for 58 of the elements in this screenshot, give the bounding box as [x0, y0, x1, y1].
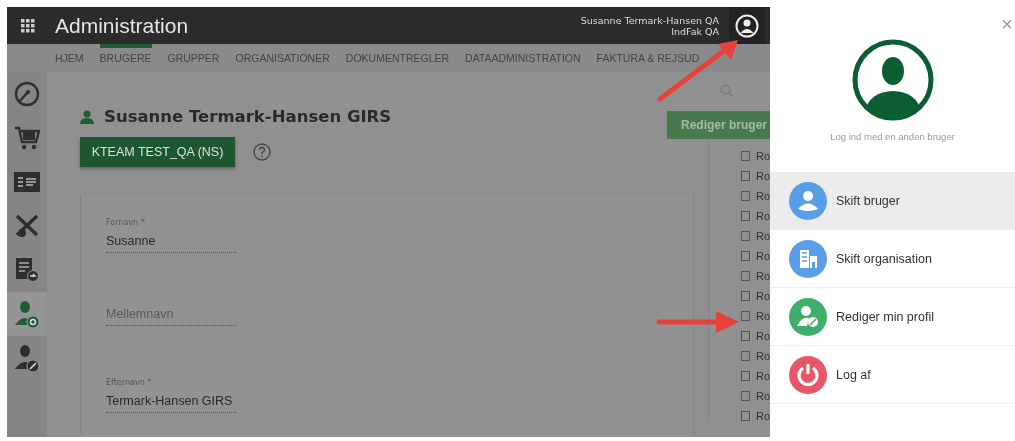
switch-user-caption: Log ind med en anden bruger	[830, 131, 955, 142]
close-button[interactable]: ×	[1001, 14, 1013, 34]
nav-tab[interactable]: DATAADMINISTRATION	[457, 44, 589, 72]
avatar-icon	[851, 39, 934, 121]
checkbox[interactable]	[741, 230, 750, 241]
role-label: Ro	[755, 209, 770, 222]
person-icon	[80, 109, 94, 124]
nav-tab[interactable]: BRUGERE	[91, 44, 160, 72]
input-field[interactable]: Mellemnavn	[106, 303, 236, 326]
help-icon[interactable]	[253, 143, 271, 161]
nav-tab[interactable]: ORGANISATIONER	[227, 44, 338, 72]
checkbox[interactable]	[741, 190, 750, 201]
checkbox[interactable]	[741, 370, 750, 381]
role-label: Ro	[755, 389, 770, 402]
nav-tab[interactable]: DOKUMENTREGLER	[337, 44, 458, 72]
gauge-icon	[14, 81, 40, 107]
user-edit-icon	[14, 344, 40, 372]
nav-tab[interactable]: HJEM	[47, 44, 92, 72]
role-label: Ro	[755, 349, 770, 362]
role-label: Ro	[755, 289, 770, 302]
nav-tab[interactable]: GRUPPER	[159, 44, 228, 72]
user-name: Susanne Termark-Hansen QA	[580, 14, 719, 26]
role-label: Ro	[755, 189, 770, 202]
checkbox[interactable]	[741, 250, 750, 261]
user-gear-icon	[14, 300, 40, 328]
user-heading: Susanne Termark-Hansen GIRS	[104, 107, 392, 126]
checkbox[interactable]	[741, 290, 750, 301]
checkbox[interactable]	[741, 390, 750, 401]
role-label: Ro	[755, 369, 770, 382]
role-label: Ro	[755, 169, 770, 182]
checkbox[interactable]	[741, 310, 750, 321]
role-label: Ro	[755, 229, 770, 242]
checkbox[interactable]	[741, 210, 750, 221]
role-label: Ro	[755, 309, 770, 322]
avatar-button[interactable]	[729, 7, 765, 44]
role-label: Ro	[755, 329, 770, 342]
organization-name: IndFak QA	[671, 25, 719, 37]
role-label: Ro	[755, 409, 770, 422]
checkbox[interactable]	[741, 350, 750, 361]
checkbox[interactable]	[741, 170, 750, 181]
role-label: Ro	[755, 249, 770, 262]
app-title: Administration	[55, 13, 190, 38]
input-field[interactable]: Fornavn * Susanne	[106, 216, 236, 253]
input-field[interactable]: Efternavn * Termark-Hansen GIRS	[106, 376, 236, 413]
checkbox[interactable]	[741, 410, 750, 421]
role-label: Ro	[755, 149, 770, 162]
role-label: Ro	[755, 269, 770, 282]
edit-user-button[interactable]: Rediger bruger	[667, 111, 770, 139]
sidebar-item[interactable]	[7, 292, 47, 336]
checkbox[interactable]	[741, 270, 750, 281]
checkbox[interactable]	[741, 150, 750, 161]
checkbox[interactable]	[741, 330, 750, 341]
invoice-icon	[14, 172, 40, 192]
nav-tab[interactable]: FAKTURA & REJSUD	[588, 44, 708, 72]
cart-icon	[14, 125, 40, 151]
document-icon	[15, 257, 39, 283]
organization-button[interactable]: KTEAM TEST_QA (NS)	[80, 137, 235, 167]
menu-item[interactable]: Skift bruger	[770, 172, 1015, 230]
